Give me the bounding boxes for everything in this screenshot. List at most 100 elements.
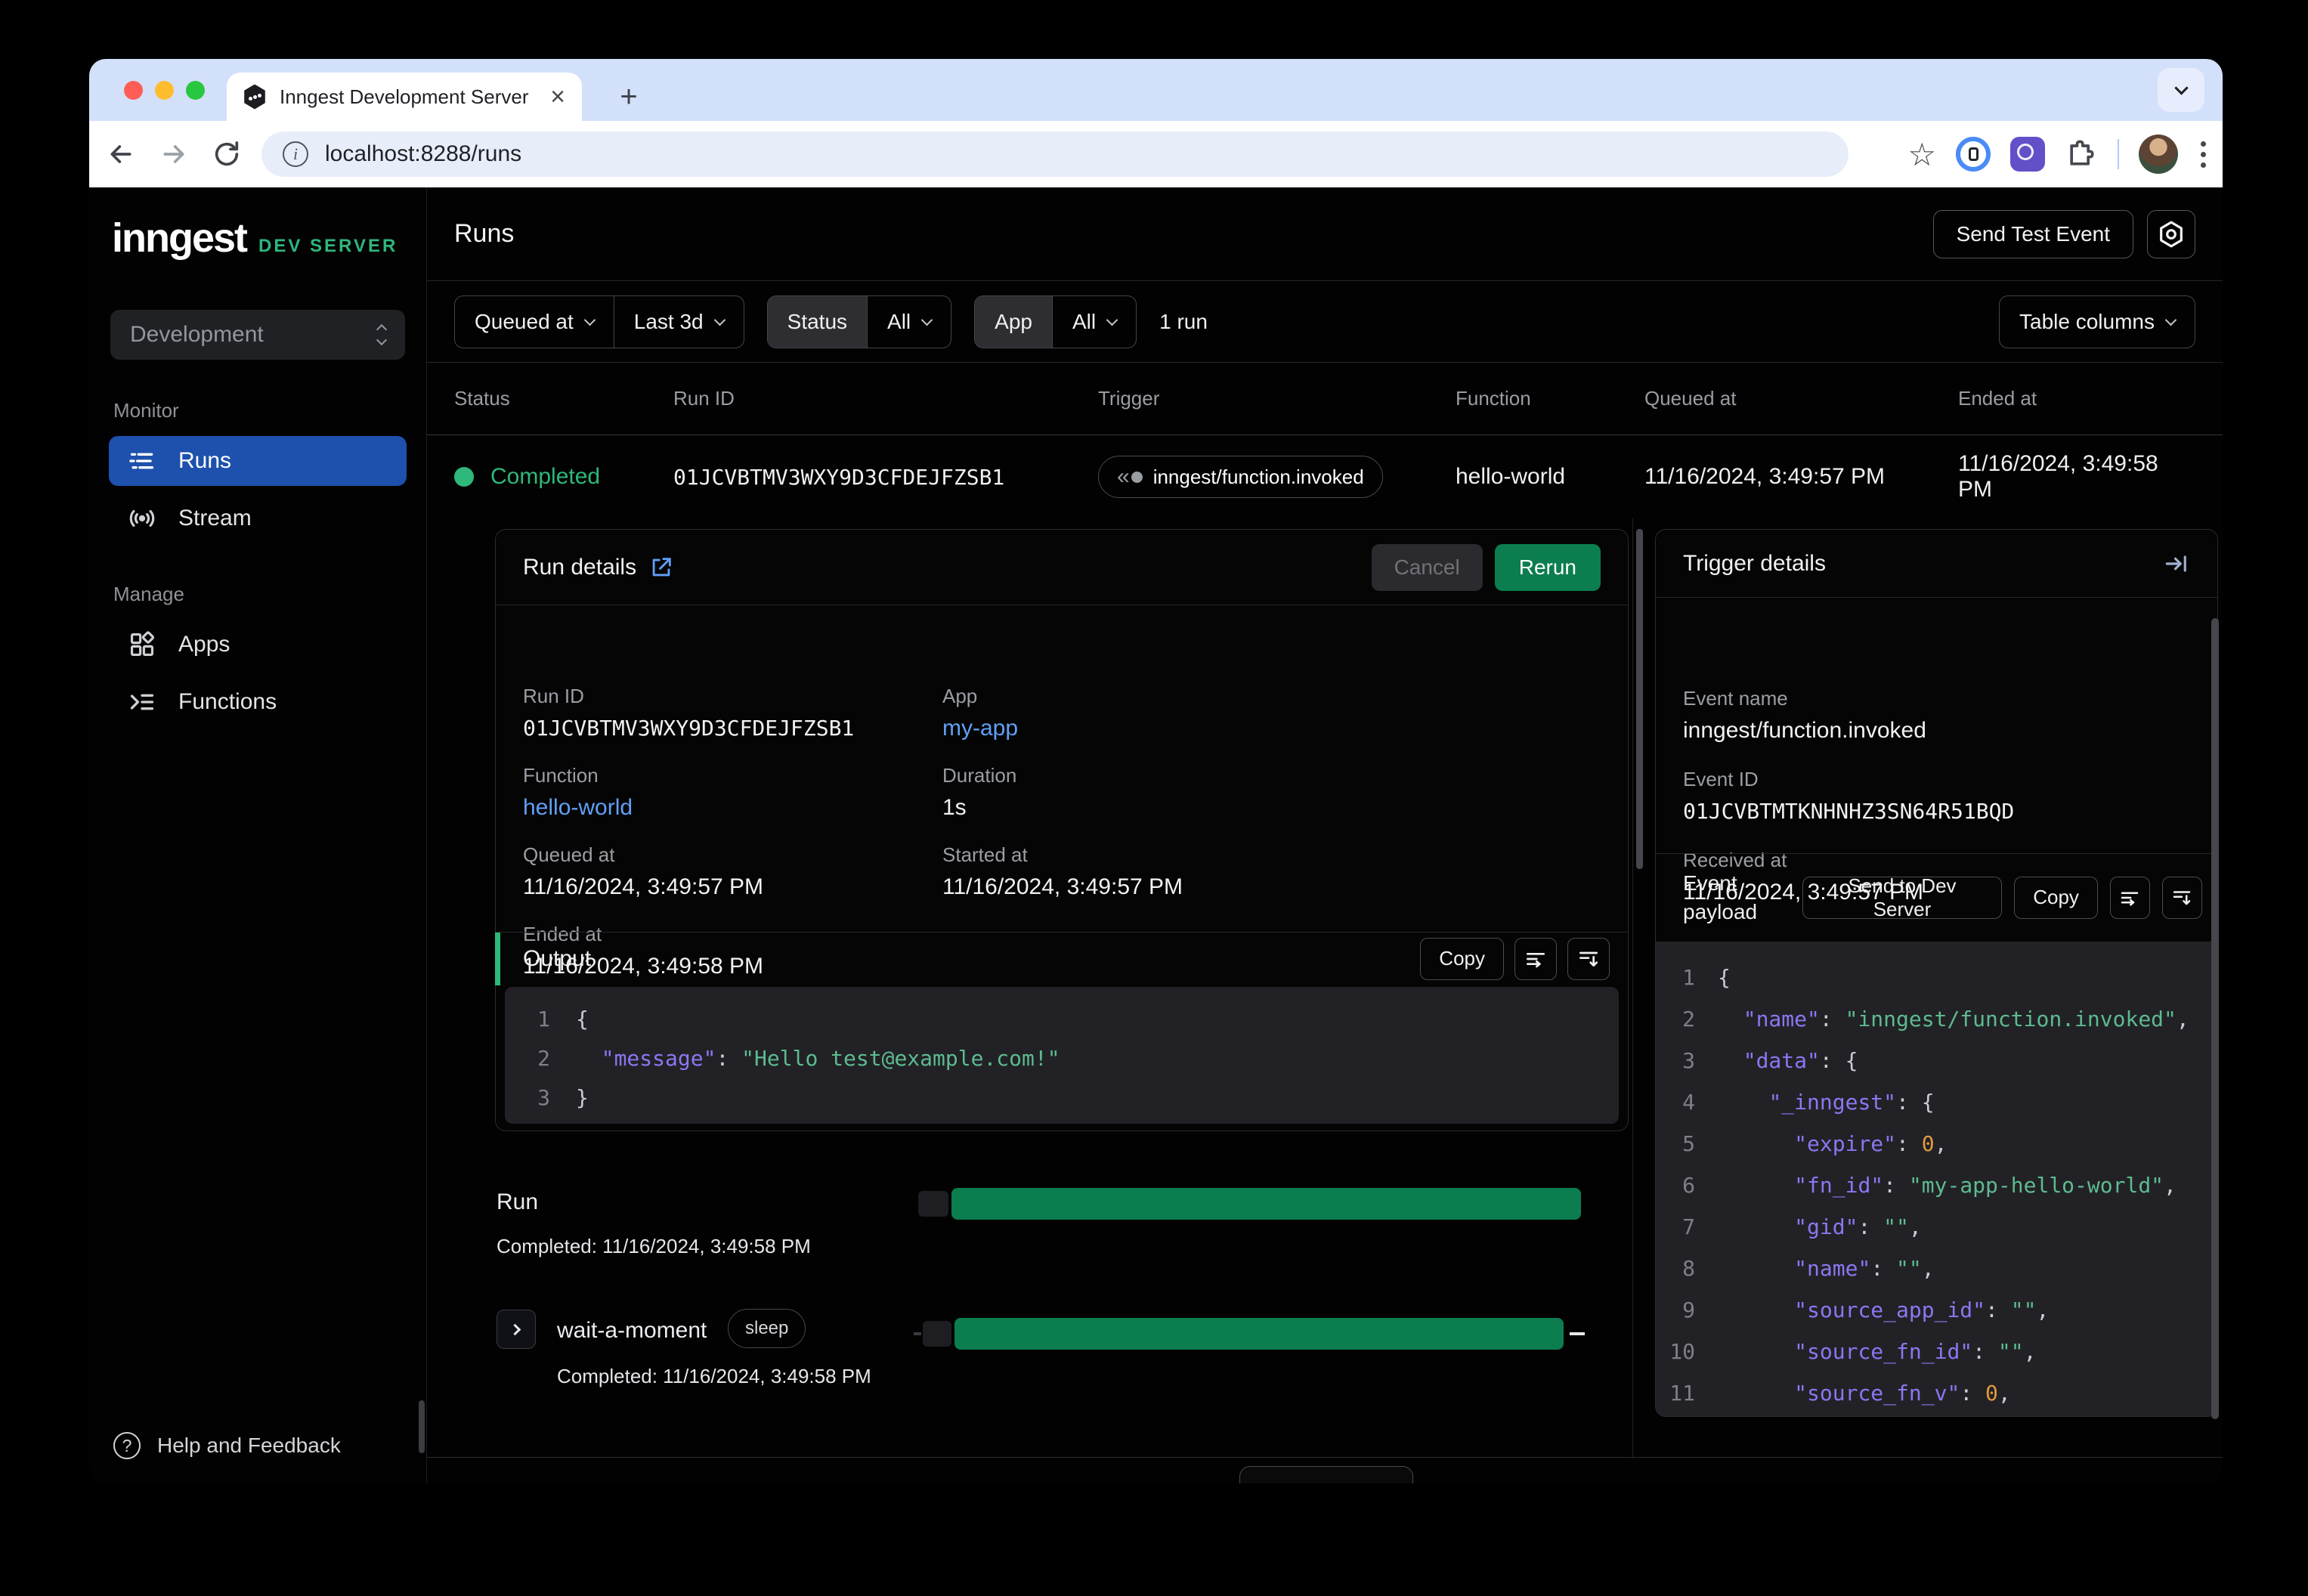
pane-scrollbar[interactable] xyxy=(1636,529,1643,869)
sidebar-item-label: Apps xyxy=(178,632,230,657)
run-duration-bar[interactable] xyxy=(951,1188,1581,1220)
page-scrollbar[interactable] xyxy=(2211,618,2219,1419)
output-section-header: Output Copy xyxy=(494,932,1628,985)
expand-step-button[interactable] xyxy=(497,1310,536,1349)
sort-field-dropdown[interactable]: Queued at xyxy=(455,296,614,348)
code-line: 7 "gid": "", xyxy=(1656,1206,2217,1248)
extension-icon[interactable] xyxy=(2010,137,2045,172)
app-filter-label: App xyxy=(975,295,1052,348)
output-title: Output xyxy=(523,945,592,971)
new-tab-button[interactable]: + xyxy=(611,79,647,115)
line-number: 1 xyxy=(537,1006,550,1032)
field-label: Duration xyxy=(942,764,1017,787)
line-number: 2 xyxy=(537,1045,550,1071)
app-link[interactable]: my-app xyxy=(942,716,1362,741)
wrap-text-icon-button[interactable] xyxy=(1514,937,1557,980)
output-copy-button[interactable]: Copy xyxy=(1420,937,1504,980)
send-test-event-button[interactable]: Send Test Event xyxy=(1932,209,2133,258)
run-id-value: 01JCVBTMV3WXY9D3CFDEJFZSB1 xyxy=(523,716,855,741)
row-queued-at: 11/16/2024, 3:49:57 PM xyxy=(1644,464,1886,489)
functions-icon xyxy=(127,687,157,717)
tab-search-chevron-button[interactable] xyxy=(2158,68,2204,112)
reload-button[interactable] xyxy=(206,133,248,175)
collapse-panel-icon[interactable] xyxy=(2163,550,2190,577)
output-code-block[interactable]: 1{2 "message": "Hello test@example.com!"… xyxy=(505,987,1619,1124)
cutoff-button[interactable] xyxy=(1239,1466,1413,1483)
code-line: 1{ xyxy=(1656,957,2217,998)
code-line: 3} xyxy=(505,1078,1619,1117)
line-number: 8 xyxy=(1682,1256,1695,1281)
row-status: Completed xyxy=(490,464,601,489)
help-and-feedback[interactable]: ? Help and Feedback xyxy=(113,1432,341,1459)
zoom-window-button[interactable] xyxy=(186,80,205,100)
close-window-button[interactable] xyxy=(124,80,143,100)
site-info-icon[interactable]: i xyxy=(283,141,308,167)
line-number: 2 xyxy=(1682,1007,1695,1032)
minimize-window-button[interactable] xyxy=(155,80,174,100)
tab-strip: Inngest Development Server × + xyxy=(89,59,2223,121)
table-row[interactable]: Completed 01JCVBTMV3WXY9D3CFDEJFZSB1 « i… xyxy=(427,435,2223,518)
trigger-details-title: Trigger details xyxy=(1683,550,1826,576)
url-text: localhost:8288/runs xyxy=(325,141,522,166)
column-header-function[interactable]: Function xyxy=(1456,387,1644,410)
profile-avatar[interactable] xyxy=(2139,135,2178,174)
trigger-name: inngest/function.invoked xyxy=(1152,465,1364,488)
password-extension-icon[interactable] xyxy=(1956,137,1991,172)
timeline-step-label[interactable]: wait-a-moment xyxy=(557,1318,707,1344)
send-to-dev-server-button[interactable]: Send to Dev Server xyxy=(1802,874,2003,920)
column-header-ended-at[interactable]: Ended at xyxy=(1958,387,2195,410)
column-header-run-id[interactable]: Run ID xyxy=(673,387,1098,410)
tab-title: Inngest Development Server xyxy=(280,85,529,108)
page-header: Runs Send Test Event xyxy=(427,187,2223,281)
app-filter: App All xyxy=(974,295,1137,348)
settings-button[interactable] xyxy=(2147,209,2195,258)
workspace-select[interactable]: Development xyxy=(110,310,405,360)
browser-menu-icon[interactable] xyxy=(2198,138,2209,171)
pane-divider xyxy=(1632,518,1633,1457)
sidebar-item-apps[interactable]: Apps xyxy=(109,620,407,670)
row-ended-at: 11/16/2024, 3:49:58 PM xyxy=(1958,451,2158,502)
runs-icon xyxy=(127,446,157,476)
sidebar-item-label: Stream xyxy=(178,506,252,530)
cancel-button[interactable]: Cancel xyxy=(1371,543,1483,591)
toolbar-divider xyxy=(2118,139,2119,169)
line-number: 3 xyxy=(1682,1048,1695,1073)
extensions-puzzle-icon[interactable] xyxy=(2065,138,2098,171)
code-line: 3 "data": { xyxy=(1656,1040,2217,1081)
column-header-status[interactable]: Status xyxy=(454,387,673,410)
column-header-trigger[interactable]: Trigger xyxy=(1098,387,1456,410)
bookmark-star-icon[interactable]: ☆ xyxy=(1907,136,1936,173)
trigger-badge[interactable]: « inngest/function.invoked xyxy=(1098,456,1383,498)
app-filter-dropdown[interactable]: All xyxy=(1051,295,1136,348)
payload-copy-button[interactable]: Copy xyxy=(2014,876,2098,919)
forward-button[interactable] xyxy=(153,133,195,175)
sidebar-item-stream[interactable]: Stream xyxy=(109,493,407,543)
step-duration-bar[interactable] xyxy=(954,1318,1564,1350)
payload-wrap-text-icon-button[interactable] xyxy=(2109,876,2150,919)
back-button[interactable] xyxy=(100,133,142,175)
duration-value: 1s xyxy=(942,795,967,820)
sidebar-item-functions[interactable]: Functions xyxy=(109,677,407,727)
event-payload-code-block[interactable]: 1{2 "name": "inngest/function.invoked", 3… xyxy=(1656,942,2217,1416)
timeline-run-label[interactable]: Run xyxy=(497,1189,538,1215)
sidebar-item-runs[interactable]: Runs xyxy=(109,436,407,486)
function-link[interactable]: hello-world xyxy=(523,795,942,821)
code-line: 10 "source_fn_id": "", xyxy=(1656,1331,2217,1372)
code-line: 2 "message": "Hello test@example.com!" xyxy=(505,1038,1619,1078)
time-range-dropdown[interactable]: Last 3d xyxy=(613,295,744,348)
field-label: Event ID xyxy=(1683,768,1759,790)
payload-scroll-to-bottom-icon-button[interactable] xyxy=(2161,876,2202,919)
scroll-to-bottom-icon-button[interactable] xyxy=(1567,937,1610,980)
tab-close-icon[interactable]: × xyxy=(550,84,565,110)
column-header-queued-at[interactable]: Queued at xyxy=(1644,387,1958,410)
run-queue-segment xyxy=(918,1191,948,1217)
sidebar-scrollbar[interactable] xyxy=(419,1400,425,1453)
status-filter-dropdown[interactable]: All xyxy=(867,295,951,348)
rerun-button[interactable]: Rerun xyxy=(1494,543,1601,591)
url-bar[interactable]: i localhost:8288/runs xyxy=(261,131,1849,177)
browser-toolbar: i localhost:8288/runs ☆ xyxy=(89,121,2223,187)
browser-tab[interactable]: Inngest Development Server × xyxy=(227,73,582,121)
open-run-external-icon[interactable] xyxy=(648,555,674,580)
table-columns-dropdown[interactable]: Table columns xyxy=(2000,296,2195,348)
trigger-details-panel: Trigger details Event name inngest/funct… xyxy=(1655,529,2218,1417)
